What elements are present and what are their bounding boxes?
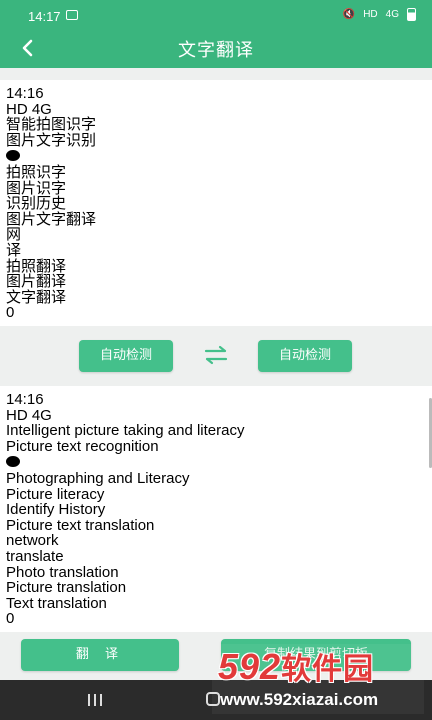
result-line: translate [6, 547, 64, 565]
app-bar: 文字翻译 [0, 32, 432, 68]
status-time: 14:17 [28, 9, 61, 24]
source-line: 文字翻译 [6, 288, 67, 306]
source-line: 图片翻译 [6, 273, 67, 291]
watermark-logo-text: 软件园 [281, 653, 375, 686]
source-line: 识别历史 [6, 195, 67, 213]
result-line: HD 4G [6, 406, 52, 424]
swap-arrows-icon[interactable] [203, 344, 229, 366]
page-title: 文字翻译 [178, 40, 254, 61]
source-line: 译 [6, 241, 22, 259]
result-line: Intelligent picture taking and literacy [6, 422, 245, 440]
source-line: HD 4G [6, 100, 52, 118]
signal-label: 4G [385, 9, 399, 20]
watermark-logo: 592软件园 [218, 644, 374, 688]
source-line: 拍照识字 [6, 163, 67, 181]
result-line: 0 [6, 610, 15, 628]
watermark-url: www.592xiazai.com [220, 690, 379, 709]
result-line: network [6, 532, 59, 550]
source-language-button[interactable]: 自动检测 [79, 340, 173, 372]
target-language-button[interactable]: 自动检测 [258, 340, 352, 372]
result-line: Text translation [6, 594, 107, 612]
source-line: 网 [6, 226, 22, 244]
result-line: Picture text recognition [6, 437, 159, 455]
source-line: 14:16 [6, 85, 44, 102]
status-indicators: 🔇 HD 4G [343, 8, 416, 21]
bullet-dot-icon [6, 456, 20, 468]
source-text-area[interactable]: 14:16 HD 4G 智能拍图识字 图片文字识别 拍照识字 图片识字 识别历史… [0, 80, 432, 326]
network-label: HD [363, 9, 378, 20]
source-line: 拍照翻译 [6, 257, 67, 275]
source-line: 图片文字翻译 [6, 210, 97, 228]
watermark-logo-number: 592 [218, 646, 282, 687]
result-line: Photographing and Literacy [6, 469, 190, 487]
result-line: 14:16 [6, 391, 44, 408]
battery-icon [407, 8, 416, 21]
translate-button[interactable]: 翻 译 [21, 639, 179, 671]
source-line: 0 [6, 304, 15, 322]
bullet-dot-icon [6, 150, 20, 162]
status-bar: 14:17 🔇 HD 4G [0, 0, 432, 32]
recents-icon[interactable] [88, 694, 102, 706]
source-line: 图片文字识别 [6, 131, 97, 149]
mute-icon: 🔇 [342, 9, 356, 20]
source-line: 图片识字 [6, 179, 67, 197]
result-line: Photo translation [6, 563, 119, 581]
result-line: Identify History [6, 501, 106, 519]
source-bullet [6, 148, 432, 165]
result-line: Picture literacy [6, 485, 105, 503]
result-bullet [6, 454, 432, 471]
source-line: 智能拍图识字 [6, 116, 97, 134]
image-notification-icon [66, 10, 78, 20]
result-text-area[interactable]: 14:16 HD 4G Intelligent picture taking a… [0, 386, 432, 632]
watermark: 592软件园 www.592xiazai.com [212, 644, 424, 714]
result-line: Picture translation [6, 579, 127, 597]
result-line: Picture text translation [6, 516, 155, 534]
